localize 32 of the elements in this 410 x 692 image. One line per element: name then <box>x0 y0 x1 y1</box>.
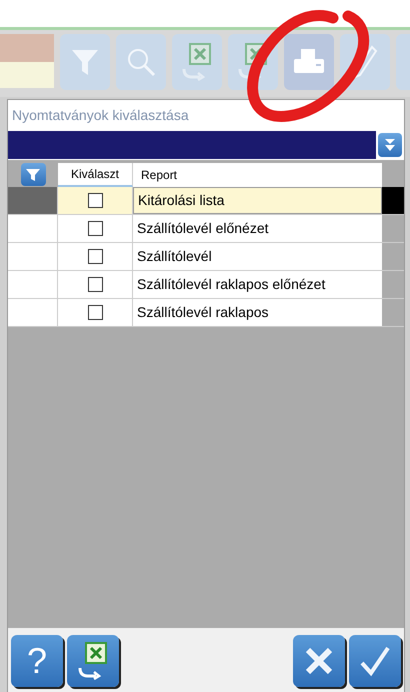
table-cell: Szállítólevél raklapos <box>133 299 382 326</box>
filter-icon <box>70 47 100 77</box>
close-icon <box>304 646 334 676</box>
confirm-button[interactable] <box>349 634 401 686</box>
table-cell: Szállítólevél előnézet <box>133 215 382 242</box>
pencil-icon <box>352 45 378 79</box>
checkbox[interactable] <box>88 193 102 208</box>
checkbox[interactable] <box>88 277 102 292</box>
spreadsheet-export-icon <box>76 642 110 680</box>
table-cell: Szállítólevél raklapos előnézet <box>133 271 382 298</box>
filter-icon <box>26 168 40 182</box>
column-header[interactable]: Report <box>133 163 382 187</box>
double-down-arrow-icon <box>384 138 396 152</box>
check-icon <box>359 644 391 676</box>
table-cell: Kitárolási lista <box>133 187 382 214</box>
row-marker <box>382 187 404 214</box>
column-header[interactable]: Kiválaszt <box>58 163 133 187</box>
color-block <box>0 62 54 88</box>
export-button[interactable] <box>67 634 119 686</box>
checkbox[interactable] <box>88 249 102 264</box>
expand-button[interactable] <box>378 133 402 157</box>
cancel-button[interactable] <box>293 634 345 686</box>
filter-button[interactable] <box>20 163 46 186</box>
spreadsheet-export-icon <box>180 43 214 81</box>
dialog-title: Nyomtatványok kiválasztása <box>12 106 189 125</box>
checkbox[interactable] <box>88 221 102 236</box>
help-button[interactable]: ? <box>11 634 63 686</box>
checkbox[interactable] <box>88 305 102 320</box>
spreadsheet-export-icon <box>236 43 270 81</box>
color-block <box>0 34 54 62</box>
table-cell: Szállítólevél <box>133 243 382 270</box>
search-icon <box>125 46 157 78</box>
